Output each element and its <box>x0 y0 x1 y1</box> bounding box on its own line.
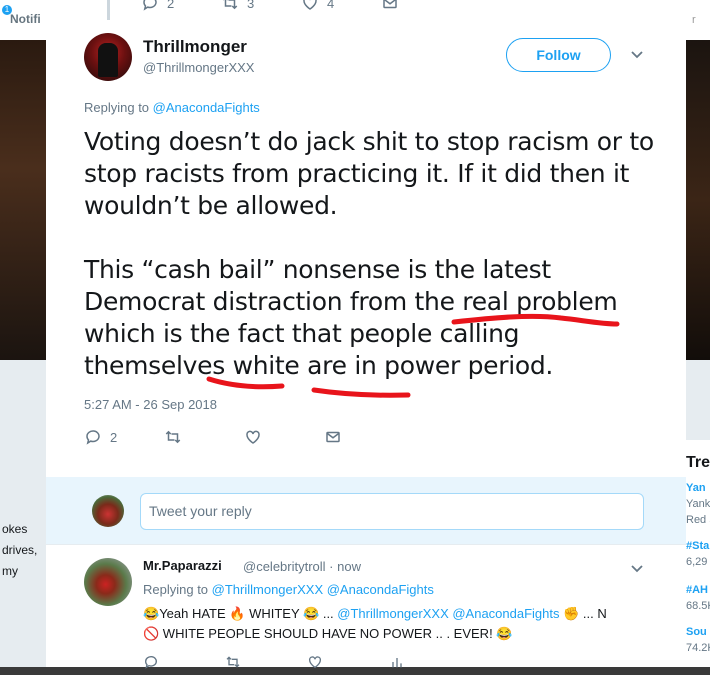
tweet-paragraph: Voting doesn’t do jack shit to stop raci… <box>84 127 654 220</box>
background-photo <box>0 40 46 360</box>
like-button[interactable] <box>307 654 389 675</box>
retweet-button[interactable] <box>225 654 307 675</box>
comment-line: 😂Yeah HATE 🔥 WHITEY 😂 ... @ThrillmongerX… <box>143 604 643 624</box>
retweet-button[interactable] <box>164 428 244 446</box>
commenter-avatar[interactable] <box>84 558 132 606</box>
comment-text-part: WHITE PEOPLE SHOULD HAVE NO POWER .. . E… <box>159 626 497 641</box>
tweet-text: Voting doesn’t do jack shit to stop raci… <box>84 126 654 414</box>
envelope-icon <box>383 0 397 9</box>
retweet-button[interactable]: 3 <box>221 0 301 12</box>
background-text: my <box>2 564 18 578</box>
heart-icon <box>309 656 321 669</box>
background-photo <box>686 40 710 360</box>
comment-text-part: WHITEY <box>245 606 304 621</box>
divider <box>46 544 686 545</box>
tweet-actions: 2 <box>84 428 404 446</box>
reply-icon <box>145 656 157 669</box>
trend-item[interactable]: Sou <box>686 626 707 638</box>
message-button[interactable] <box>324 428 404 446</box>
background-text: drives, <box>2 543 38 557</box>
reply-button[interactable]: 2 <box>141 0 221 12</box>
laughing-emoji-icon: 😂 <box>303 606 320 621</box>
replying-to: Replying to @AnacondaFights <box>84 100 260 115</box>
trend-item: 6,29 <box>686 556 708 568</box>
reply-button[interactable]: 2 <box>84 428 164 446</box>
thread-line <box>107 0 110 20</box>
chevron-down-icon[interactable] <box>629 560 645 576</box>
search-text: r <box>692 14 696 26</box>
replying-to-link[interactable]: @AnacondaFights <box>153 100 260 115</box>
heart-icon <box>246 430 260 444</box>
prohibited-emoji-icon: 🚫 <box>143 626 160 641</box>
author-name[interactable]: Thrillmonger <box>143 37 247 57</box>
retweet-count: 3 <box>247 0 255 11</box>
trend-item: 74.2K <box>686 642 710 654</box>
trend-item: Red S <box>686 514 710 526</box>
comment-actions <box>143 654 471 675</box>
reply-input[interactable]: Tweet your reply <box>140 493 644 530</box>
comment-replying-to: Replying to @ThrillmongerXXX @AnacondaFi… <box>143 582 434 597</box>
trend-item: 68.5K <box>686 600 710 612</box>
analytics-button[interactable] <box>389 654 471 675</box>
fire-emoji-icon: 🔥 <box>229 606 246 621</box>
search-bar <box>686 0 710 40</box>
message-button[interactable] <box>381 0 461 12</box>
retweet-icon <box>165 430 181 444</box>
background-right: r Tre Yan Yank Red S #Sta 6,29 #AH 68.5K… <box>686 0 710 667</box>
background-text: okes <box>2 522 28 536</box>
reply-composer: Tweet your reply <box>46 477 686 544</box>
comment-line: 🚫 WHITE PEOPLE SHOULD HAVE NO POWER .. .… <box>143 624 643 644</box>
trend-item: Yank <box>686 498 710 510</box>
fist-emoji-icon: ✊ <box>559 606 580 621</box>
reply-button[interactable] <box>143 654 225 675</box>
retweet-icon <box>223 0 238 10</box>
previous-tweet-actions: 2 3 4 <box>141 0 461 12</box>
trend-item[interactable]: Yan <box>686 482 706 494</box>
replying-prefix: Replying to <box>143 582 212 597</box>
tweet-paragraph: This “cash bail” nonsense is the latest … <box>84 255 618 380</box>
mention-link[interactable]: @ThrillmongerXXX @AnacondaFights <box>337 606 559 621</box>
like-button[interactable]: 4 <box>301 0 381 12</box>
tweet-timestamp[interactable]: 5:27 AM - 26 Sep 2018 <box>84 397 217 412</box>
replying-to-link[interactable]: @ThrillmongerXXX @AnacondaFights <box>212 582 434 597</box>
author-avatar[interactable] <box>84 33 132 81</box>
replying-prefix: Replying to <box>84 100 153 115</box>
heart-icon <box>303 0 317 10</box>
reply-icon <box>86 430 100 445</box>
tweet-modal: 2 3 4 Thrillmonger @ThrillmongerXXX Foll… <box>46 0 686 669</box>
trend-item[interactable]: #Sta <box>686 540 709 552</box>
envelope-icon <box>326 431 340 443</box>
comment-text-part: ... N <box>579 606 607 621</box>
trend-item[interactable]: #AH <box>686 584 708 596</box>
analytics-icon <box>392 658 402 668</box>
laughing-emoji-icon: 😂 <box>496 626 513 641</box>
commenter-name[interactable]: Mr.Paparazzi <box>143 558 222 573</box>
like-button[interactable] <box>244 428 324 446</box>
reply-count: 2 <box>167 0 175 11</box>
comment-text-part: ... <box>319 606 338 621</box>
reply-count: 2 <box>110 429 118 445</box>
background-left: 1 Notifi okes drives, my <box>0 0 46 667</box>
retweet-icon <box>226 656 240 668</box>
reply-icon <box>143 0 157 11</box>
trends-panel: Tre Yan Yank Red S #Sta 6,29 #AH 68.5K S… <box>686 440 710 667</box>
user-avatar[interactable] <box>92 495 124 527</box>
comment-text: 😂Yeah HATE 🔥 WHITEY 😂 ... @ThrillmongerX… <box>143 604 643 644</box>
nav-notifications[interactable]: Notifi <box>10 12 41 26</box>
comment-text-part: Yeah HATE <box>159 606 230 621</box>
follow-button[interactable]: Follow <box>506 38 611 72</box>
chevron-down-icon[interactable] <box>629 46 645 62</box>
like-count: 4 <box>327 0 335 11</box>
commenter-handle[interactable]: @celebritytroll · now <box>243 559 361 574</box>
background-feed <box>0 360 46 667</box>
laughing-emoji-icon: 😂 <box>143 606 160 621</box>
trends-title: Tre <box>686 454 710 471</box>
author-handle[interactable]: @ThrillmongerXXX <box>143 60 254 75</box>
